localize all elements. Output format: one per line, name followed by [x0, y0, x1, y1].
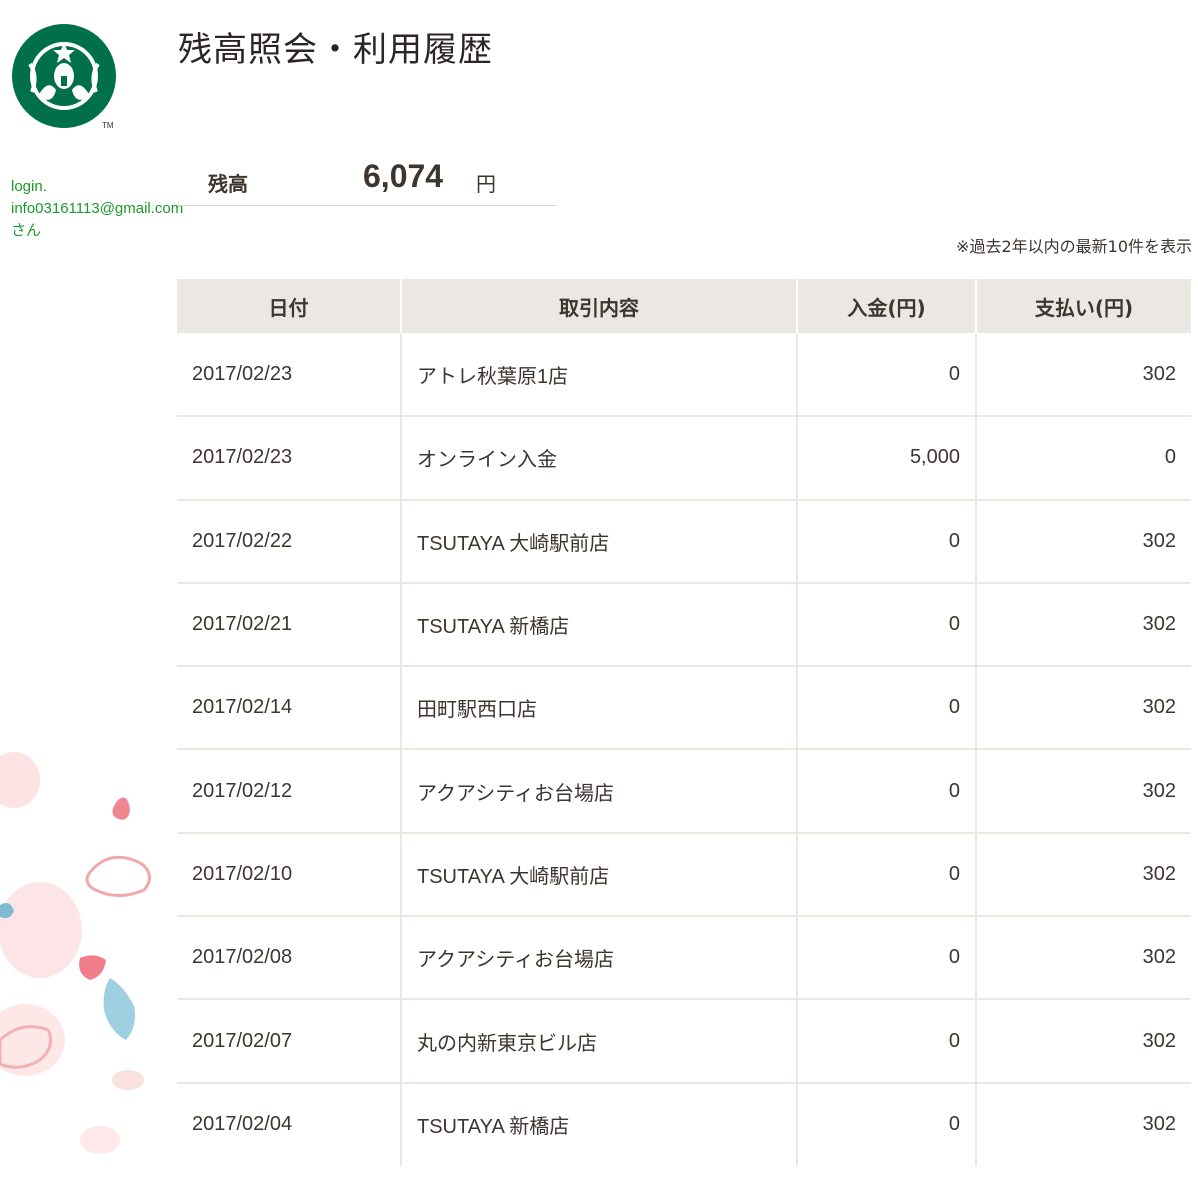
cell-date: 2017/02/22: [177, 499, 402, 584]
cell-payment: 302: [976, 832, 1191, 918]
cell-payment: 302: [976, 499, 1191, 584]
table-row: 2017/02/23 オンライン入金 5,000 0: [177, 416, 1191, 501]
cell-description: TSUTAYA 大崎駅前店: [401, 499, 798, 584]
cell-deposit: 0: [797, 1082, 977, 1166]
table-row: 2017/02/12 アクアシティお台場店 0 302: [177, 749, 1191, 834]
table-row: 2017/02/04 TSUTAYA 新橋店 0 302: [177, 1082, 1191, 1166]
table-row: 2017/02/22 TSUTAYA 大崎駅前店 0 302: [177, 499, 1191, 584]
column-header-deposit: 入金(円): [797, 279, 977, 333]
starbucks-siren-logo-icon[interactable]: TM: [10, 24, 122, 132]
cell-date: 2017/02/12: [177, 749, 402, 834]
cell-deposit: 0: [797, 832, 977, 918]
cell-date: 2017/02/04: [177, 1082, 402, 1166]
table-row: 2017/02/10 TSUTAYA 大崎駅前店 0 302: [177, 832, 1191, 918]
cell-date: 2017/02/08: [177, 916, 402, 1001]
cell-payment: 302: [976, 749, 1191, 834]
table-row: 2017/02/14 田町駅西口店 0 302: [177, 666, 1191, 751]
cell-description: TSUTAYA 大崎駅前店: [401, 832, 798, 918]
cell-description: アクアシティお台場店: [401, 916, 798, 1001]
cell-payment: 302: [976, 333, 1191, 418]
cell-deposit: 0: [797, 749, 977, 834]
balance-unit: 円: [476, 172, 496, 196]
cell-date: 2017/02/21: [177, 582, 402, 668]
page-title: 残高照会・利用履歴: [178, 30, 493, 70]
column-header-payment: 支払い(円): [976, 279, 1191, 333]
page: TM 残高照会・利用履歴 login. info03161113@gmail.c…: [0, 0, 1198, 1180]
cell-deposit: 0: [797, 499, 977, 584]
sakura-petals-decoration-icon: [0, 752, 151, 1154]
cell-description: オンライン入金: [401, 416, 798, 501]
cell-payment: 0: [976, 416, 1191, 501]
cell-date: 2017/02/10: [177, 832, 402, 918]
column-header-description: 取引内容: [401, 279, 798, 333]
cell-description: アトレ秋葉原1店: [401, 333, 798, 418]
cell-payment: 302: [1142, 1113, 1176, 1136]
cell-payment: 302: [976, 582, 1191, 668]
cell-date: 2017/02/07: [177, 999, 402, 1084]
cell-deposit: 0: [797, 582, 977, 668]
table-row: 2017/02/21 TSUTAYA 新橋店 0 302: [177, 582, 1191, 668]
table-row: 2017/02/08 アクアシティお台場店 0 302: [177, 916, 1191, 1001]
balance-value: 6,074: [363, 158, 444, 194]
cell-description: TSUTAYA 新橋店: [401, 582, 798, 668]
column-header-date: 日付: [177, 279, 402, 333]
svg-text:TM: TM: [102, 121, 114, 130]
cell-payment: 302: [976, 916, 1191, 1001]
cell-payment: 302: [976, 999, 1191, 1084]
history-table-header: 日付 取引内容 入金(円) 支払い(円): [177, 279, 1191, 333]
cell-date: 2017/02/23: [177, 333, 402, 418]
user-suffix: さん: [11, 222, 42, 239]
cell-deposit: 5,000: [797, 416, 977, 501]
balance-summary: 残高 6,074 円: [178, 150, 556, 206]
cell-deposit: 0: [797, 333, 977, 418]
table-row: 2017/02/23 アトレ秋葉原1店 0 302: [177, 333, 1191, 418]
balance-label: 残高: [208, 172, 248, 196]
cell-date: 2017/02/23: [177, 416, 402, 501]
table-row: 2017/02/07 丸の内新東京ビル店 0 302: [177, 999, 1191, 1084]
cell-description: 丸の内新東京ビル店: [401, 999, 798, 1084]
cell-date: 2017/02/14: [177, 666, 402, 751]
history-note: ※過去2年以内の最新10件を表示: [956, 237, 1192, 256]
cell-description: アクアシティお台場店: [401, 749, 798, 834]
cell-description: 田町駅西口店: [401, 666, 798, 751]
cell-description: TSUTAYA 新橋店: [401, 1082, 798, 1166]
cell-payment: 302: [976, 666, 1191, 751]
cell-deposit: 0: [797, 916, 977, 1001]
history-table: 日付 取引内容 入金(円) 支払い(円) 2017/02/23 アトレ秋葉原1店…: [177, 279, 1191, 1166]
cell-deposit: 0: [797, 666, 977, 751]
cell-deposit: 0: [797, 999, 977, 1084]
